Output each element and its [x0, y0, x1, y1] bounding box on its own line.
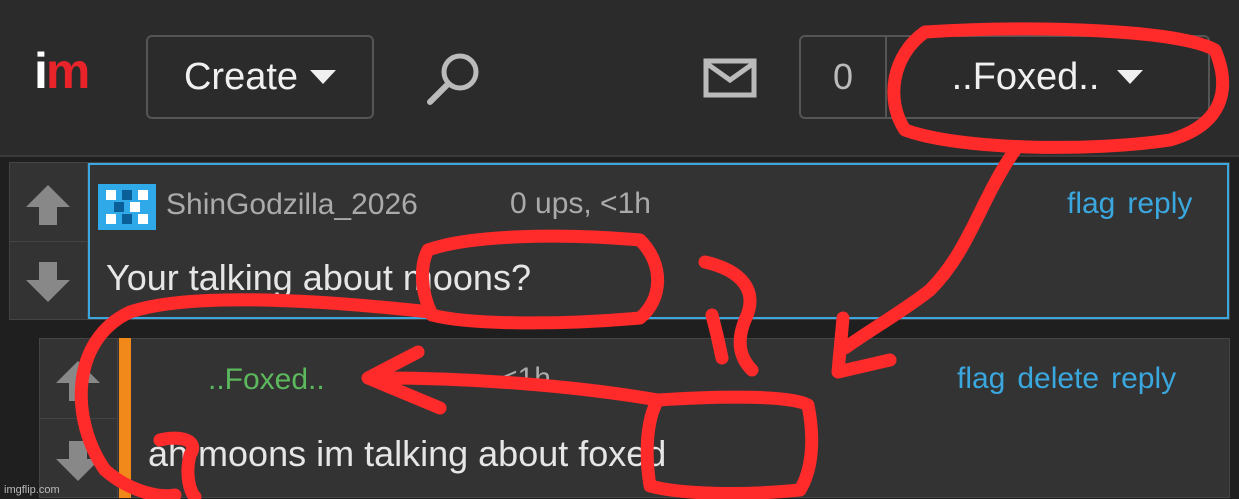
- comment-text: ah moons im talking about foxed: [148, 433, 667, 474]
- vote-column: [40, 339, 118, 497]
- username-dropdown-button[interactable]: ..Foxed..: [887, 37, 1208, 117]
- imgflip-watermark: imgflip.com: [4, 484, 60, 496]
- flag-link[interactable]: flag: [957, 362, 1005, 396]
- comment-actions: flag reply: [1067, 187, 1192, 221]
- notification-count[interactable]: 0: [801, 37, 887, 117]
- comment-actions: flag delete reply: [957, 362, 1176, 396]
- comment-meta: 0 ups, <1h: [510, 187, 651, 220]
- mail-icon[interactable]: [703, 58, 757, 98]
- reply-link[interactable]: reply: [1111, 362, 1176, 396]
- downvote-arrow-icon[interactable]: [24, 258, 72, 306]
- logo-letter-m: m: [45, 43, 90, 99]
- vote-column: [10, 163, 88, 319]
- create-label: Create: [183, 55, 299, 98]
- delete-link[interactable]: delete: [1017, 362, 1099, 396]
- username-label: ..Foxed..: [951, 55, 1100, 98]
- upvote-arrow-icon[interactable]: [54, 357, 102, 405]
- search-icon[interactable]: [424, 50, 484, 110]
- user-menu: 0 ..Foxed..: [799, 35, 1210, 119]
- comment-text: Your talking about moons?: [106, 257, 531, 298]
- chevron-down-icon: [310, 70, 337, 84]
- comment-meta: <1h: [500, 362, 551, 395]
- vote-divider: [40, 418, 118, 419]
- logo-letter-i: i: [34, 43, 48, 99]
- navbar-divider: [0, 155, 1239, 157]
- downvote-arrow-icon[interactable]: [54, 437, 102, 485]
- reply-link[interactable]: reply: [1127, 187, 1192, 221]
- flag-link[interactable]: flag: [1067, 187, 1115, 221]
- user-avatar[interactable]: [98, 184, 156, 230]
- comment-username[interactable]: ..Foxed..: [208, 363, 325, 397]
- own-comment-indicator: [119, 338, 131, 498]
- upvote-arrow-icon[interactable]: [24, 181, 72, 229]
- comment-username[interactable]: ShinGodzilla_2026: [166, 188, 418, 222]
- chevron-down-icon: [1117, 70, 1144, 84]
- create-button[interactable]: Create: [146, 35, 374, 119]
- vote-divider: [10, 241, 88, 242]
- imgflip-logo[interactable]: im: [34, 43, 90, 99]
